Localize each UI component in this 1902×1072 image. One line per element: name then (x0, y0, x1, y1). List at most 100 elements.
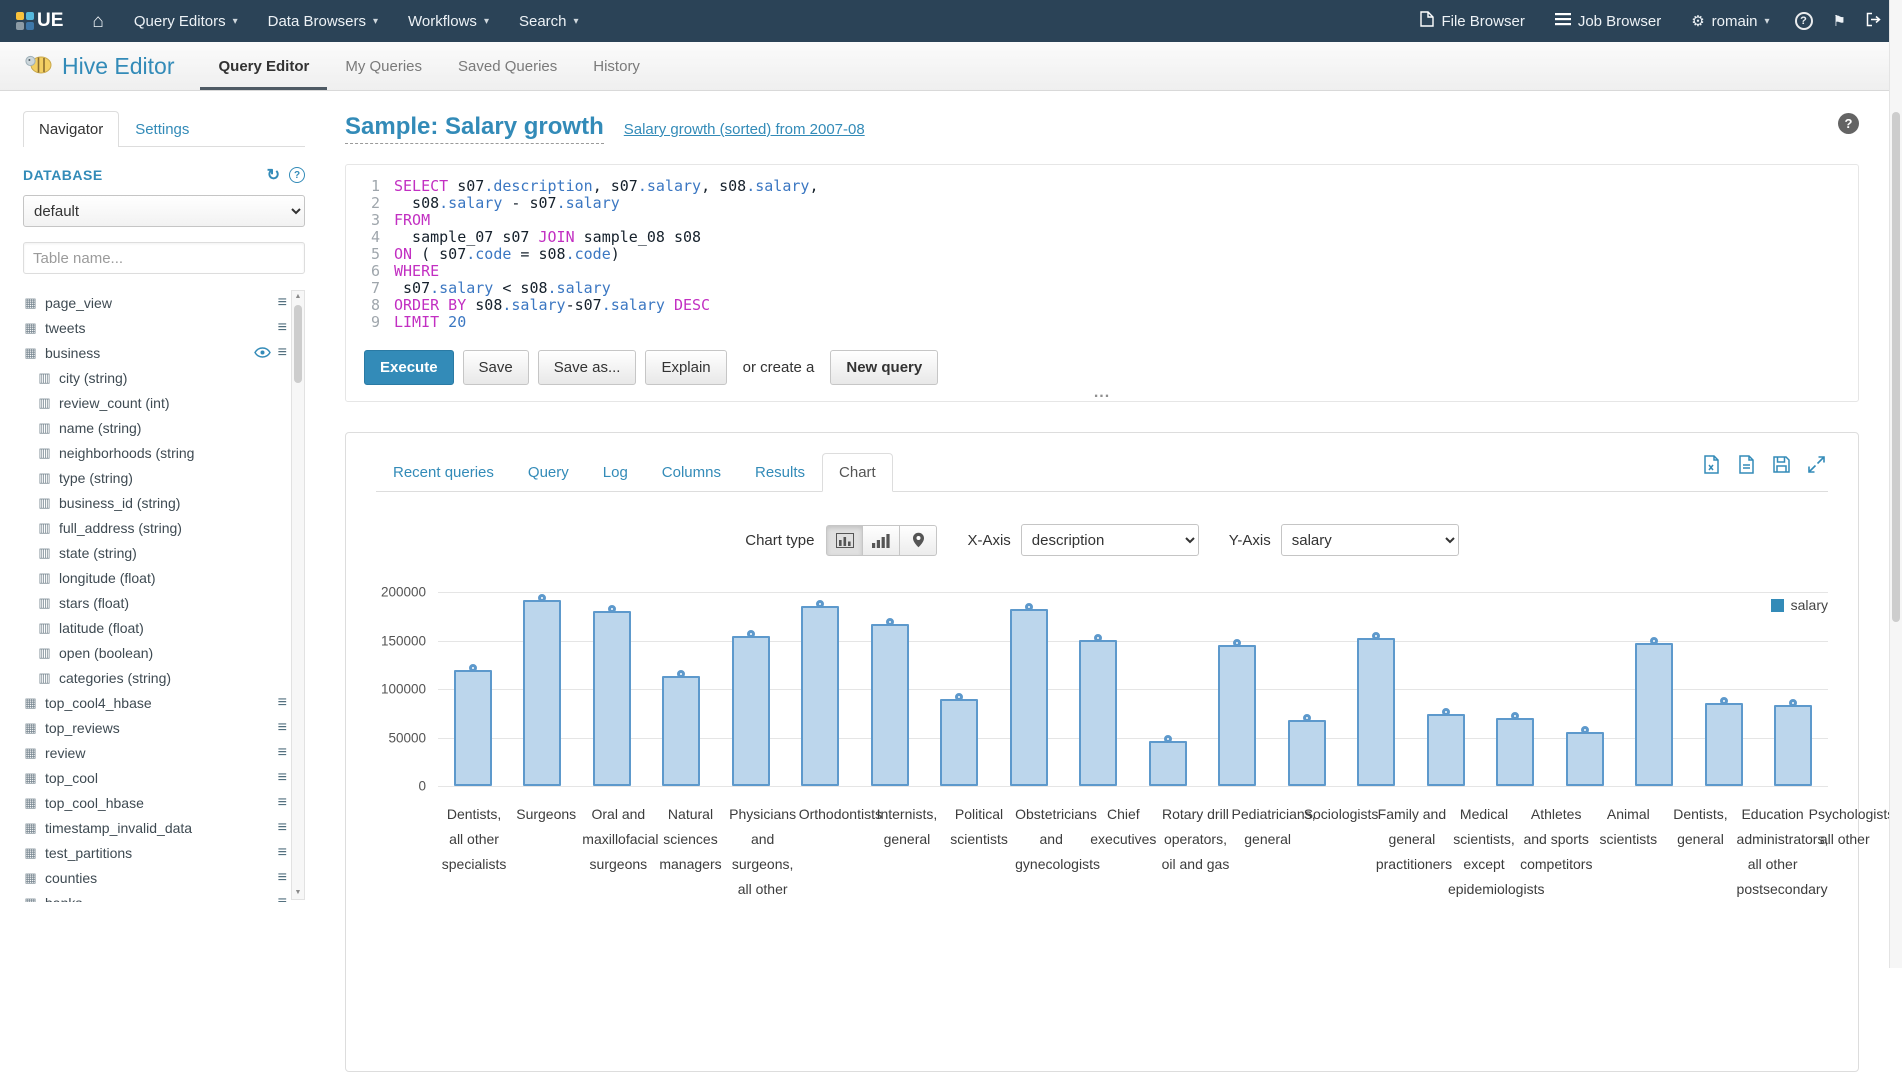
columns-list-icon[interactable]: ≡ (278, 894, 287, 903)
column-row[interactable]: ▥business_id (string) (23, 490, 287, 515)
chart-bar[interactable] (1079, 640, 1117, 786)
table-row[interactable]: ▦review≡ (23, 740, 287, 765)
columns-list-icon[interactable]: ≡ (278, 794, 287, 812)
column-row[interactable]: ▥type (string) (23, 465, 287, 490)
query-help-icon[interactable]: ? (1838, 113, 1859, 134)
menu-query-editors[interactable]: Query Editors▾ (119, 0, 253, 42)
table-row[interactable]: ▦business≡ (23, 340, 287, 365)
logout-button[interactable] (1856, 0, 1892, 42)
table-row[interactable]: ▦top_cool_hbase≡ (23, 790, 287, 815)
column-row[interactable]: ▥latitude (float) (23, 615, 287, 640)
tab-log[interactable]: Log (586, 453, 645, 492)
chart-bar[interactable] (1218, 645, 1256, 786)
table-row[interactable]: ▦top_cool≡ (23, 765, 287, 790)
chart-bar[interactable] (1288, 720, 1326, 786)
chart-bar[interactable] (801, 606, 839, 786)
expand-results-button[interactable] (1807, 455, 1826, 474)
query-subtitle-link[interactable]: Salary growth (sorted) from 2007-08 (624, 121, 865, 138)
chart-bar[interactable] (1149, 741, 1187, 786)
chart-bar[interactable] (1566, 732, 1604, 786)
refresh-icon[interactable]: ↻ (267, 165, 280, 185)
query-title[interactable]: Sample: Salary growth (345, 113, 604, 144)
table-row[interactable]: ▦counties≡ (23, 865, 287, 890)
chart-bar[interactable] (523, 600, 561, 786)
feedback-button[interactable]: ⚑ (1823, 0, 1856, 42)
x-axis-select[interactable]: description (1021, 524, 1199, 556)
columns-list-icon[interactable]: ≡ (278, 844, 287, 862)
chart-bar[interactable] (1010, 609, 1048, 787)
save-results-button[interactable] (1772, 455, 1791, 474)
download-xls-button[interactable] (1702, 455, 1721, 474)
file-browser-link[interactable]: File Browser (1405, 0, 1539, 42)
tab-recent-queries[interactable]: Recent queries (376, 453, 511, 492)
preview-eye-icon[interactable] (254, 347, 271, 358)
column-chart-button[interactable] (863, 525, 900, 556)
columns-list-icon[interactable]: ≡ (278, 344, 287, 362)
column-row[interactable]: ▥city (string) (23, 365, 287, 390)
menu-search[interactable]: Search▾ (504, 0, 594, 42)
column-row[interactable]: ▥open (boolean) (23, 640, 287, 665)
table-row[interactable]: ▦top_cool4_hbase≡ (23, 690, 287, 715)
help-button[interactable]: ? (1785, 0, 1823, 42)
chart-bar[interactable] (732, 636, 770, 786)
tab-navigator[interactable]: Navigator (23, 111, 119, 147)
tab-results[interactable]: Results (738, 453, 822, 492)
chart-bar[interactable] (1705, 703, 1743, 786)
columns-list-icon[interactable]: ≡ (278, 319, 287, 337)
chart-bar[interactable] (1635, 643, 1673, 786)
tab-chart[interactable]: Chart (822, 453, 893, 492)
tab-columns[interactable]: Columns (645, 453, 738, 492)
table-row[interactable]: ▦page_view≡ (23, 290, 287, 315)
column-row[interactable]: ▥full_address (string) (23, 515, 287, 540)
home-button[interactable]: ⌂ (77, 0, 118, 42)
page-scrollbar-thumb[interactable] (1892, 112, 1900, 622)
scroll-down-arrow[interactable]: ▼ (292, 887, 304, 899)
chart-bar[interactable] (593, 611, 631, 786)
table-search-input[interactable] (23, 242, 305, 274)
columns-list-icon[interactable]: ≡ (278, 744, 287, 762)
column-row[interactable]: ▥state (string) (23, 540, 287, 565)
table-row[interactable]: ▦banks≡ (23, 890, 287, 902)
column-row[interactable]: ▥name (string) (23, 415, 287, 440)
column-row[interactable]: ▥categories (string) (23, 665, 287, 690)
chart-bar[interactable] (662, 676, 700, 786)
bar-chart-button[interactable] (826, 525, 863, 556)
column-row[interactable]: ▥review_count (int) (23, 390, 287, 415)
tab-settings[interactable]: Settings (119, 111, 205, 147)
table-row[interactable]: ▦test_partitions≡ (23, 840, 287, 865)
chart-bar[interactable] (1427, 714, 1465, 786)
columns-list-icon[interactable]: ≡ (278, 294, 287, 312)
map-marker-button[interactable] (900, 525, 937, 556)
database-select[interactable]: default (23, 195, 305, 227)
columns-list-icon[interactable]: ≡ (278, 769, 287, 787)
chart-bar[interactable] (1774, 705, 1812, 786)
save-button[interactable]: Save (463, 350, 529, 385)
tab-query[interactable]: Query (511, 453, 586, 492)
columns-list-icon[interactable]: ≡ (278, 719, 287, 737)
menu-data-browsers[interactable]: Data Browsers▾ (253, 0, 393, 42)
column-row[interactable]: ▥longitude (float) (23, 565, 287, 590)
chart-bar[interactable] (1357, 638, 1395, 786)
columns-list-icon[interactable]: ≡ (278, 819, 287, 837)
column-row[interactable]: ▥stars (float) (23, 590, 287, 615)
y-axis-select[interactable]: salary (1281, 524, 1459, 556)
execute-button[interactable]: Execute (364, 350, 454, 385)
tab-history[interactable]: History (575, 42, 658, 90)
chart-bar[interactable] (940, 699, 978, 786)
database-help-icon[interactable]: ? (289, 167, 305, 183)
menu-workflows[interactable]: Workflows▾ (393, 0, 504, 42)
chart-bar[interactable] (871, 624, 909, 786)
table-row[interactable]: ▦tweets≡ (23, 315, 287, 340)
chart-bar[interactable] (454, 670, 492, 786)
tab-my-queries[interactable]: My Queries (327, 42, 440, 90)
editor-resize-handle[interactable]: ... (1094, 387, 1110, 399)
sql-editor[interactable]: 123456789 SELECT s07.description, s07.sa… (346, 165, 1858, 340)
table-row[interactable]: ▦timestamp_invalid_data≡ (23, 815, 287, 840)
column-row[interactable]: ▥neighborhoods (string (23, 440, 287, 465)
job-browser-link[interactable]: Job Browser (1540, 0, 1676, 42)
tab-query-editor[interactable]: Query Editor (200, 42, 327, 90)
save-as-button[interactable]: Save as... (538, 350, 637, 385)
columns-list-icon[interactable]: ≡ (278, 694, 287, 712)
scroll-up-arrow[interactable]: ▲ (292, 291, 304, 303)
columns-list-icon[interactable]: ≡ (278, 869, 287, 887)
